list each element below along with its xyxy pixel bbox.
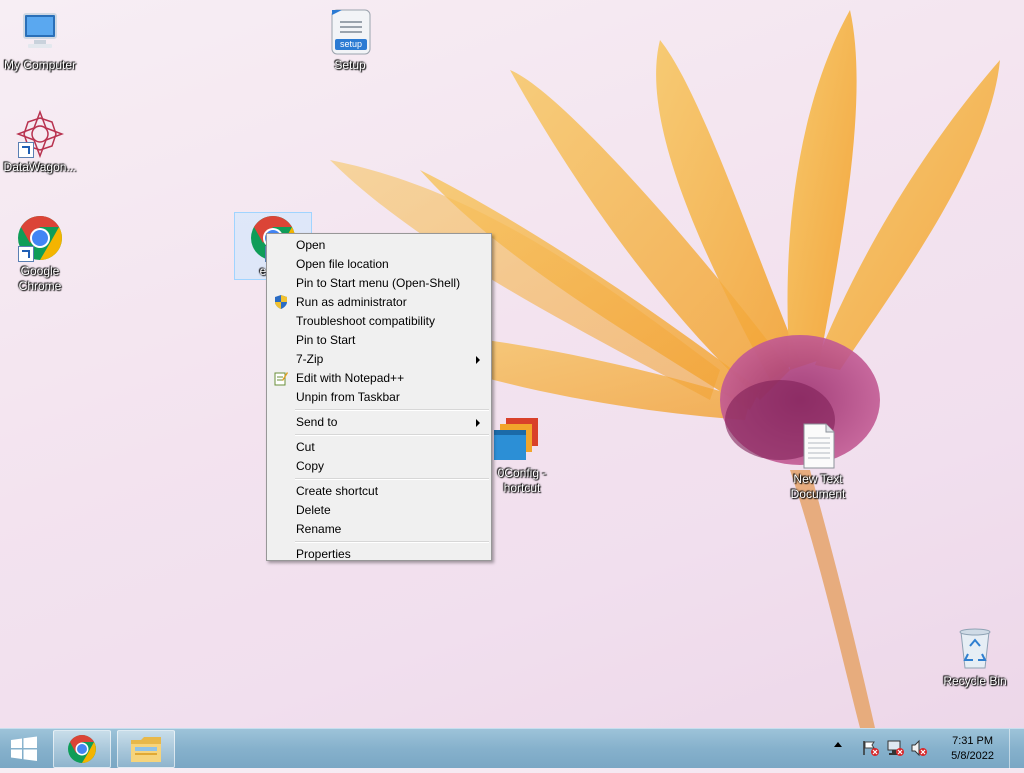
menu-item-cut[interactable]: Cut xyxy=(267,438,491,457)
menu-item-label: Pin to Start menu (Open-Shell) xyxy=(296,276,461,290)
taskbar-chrome-button[interactable] xyxy=(53,730,111,768)
menu-item-label: Unpin from Taskbar xyxy=(296,390,400,404)
menu-item-create-shortcut[interactable]: Create shortcut xyxy=(267,482,491,501)
desktop-icon-datawagon[interactable]: DataWagon... xyxy=(0,109,80,175)
menu-item-edit-with-notepad-plus-plus[interactable]: Edit with Notepad++ xyxy=(267,369,491,388)
menu-item-label: Edit with Notepad++ xyxy=(296,371,405,385)
desktop-icon-label: New Text Document xyxy=(790,472,846,501)
menu-item-label: Cut xyxy=(296,440,315,454)
menu-item-label: Troubleshoot compatibility xyxy=(296,314,435,328)
notepad-plus-plus-icon xyxy=(273,370,289,386)
menu-item-properties[interactable]: Properties xyxy=(267,545,491,564)
desktop-icon-label: Google Chrome xyxy=(18,264,62,293)
windows-logo-icon xyxy=(11,736,37,761)
menu-item-label: Open file location xyxy=(296,257,389,271)
desktop-icon-google-chrome[interactable]: Google Chrome xyxy=(0,214,80,294)
menu-item-unpin-from-taskbar[interactable]: Unpin from Taskbar xyxy=(267,388,491,407)
shortcut-arrow-icon xyxy=(18,246,34,262)
setup-icon: setup xyxy=(326,8,374,56)
menu-item-open[interactable]: Open xyxy=(267,236,491,255)
config-app-icon xyxy=(492,416,540,464)
menu-item-pin-to-start[interactable]: Pin to Start xyxy=(267,331,491,350)
desktop-icon-new-text-document[interactable]: New Text Document xyxy=(778,422,858,502)
desktop-wallpaper xyxy=(330,10,1000,728)
menu-item-delete[interactable]: Delete xyxy=(267,501,491,520)
menu-separator xyxy=(295,541,489,543)
clock-date: 5/8/2022 xyxy=(951,750,994,762)
datawagon-icon xyxy=(15,109,65,159)
menu-item-label: Create shortcut xyxy=(296,484,379,498)
system-tray: 7:31 PM 5/8/2022 xyxy=(824,729,1024,769)
menu-separator xyxy=(295,434,489,436)
chrome-icon xyxy=(16,214,64,262)
desktop-icon-setup[interactable]: setup Setup xyxy=(310,8,390,73)
taskbar-file-explorer-button[interactable] xyxy=(117,730,175,768)
menu-item-label: Delete xyxy=(296,503,331,517)
action-center-flag-icon[interactable] xyxy=(862,739,880,757)
menu-item-open-file-location[interactable]: Open file location xyxy=(267,255,491,274)
computer-icon xyxy=(16,8,64,56)
submenu-arrow-icon xyxy=(476,419,480,427)
menu-item-label: Properties xyxy=(296,547,351,561)
network-icon[interactable] xyxy=(886,739,904,757)
taskbar-clock[interactable]: 7:31 PM 5/8/2022 xyxy=(951,734,994,764)
menu-item-label: 7-Zip xyxy=(296,352,324,366)
desktop-icon-label: DataWagon... xyxy=(3,160,77,174)
show-desktop-button[interactable] xyxy=(1009,729,1024,769)
menu-item-label: Run as administrator xyxy=(296,295,407,309)
menu-item-rename[interactable]: Rename xyxy=(267,520,491,539)
desktop-icon-label: Setup xyxy=(334,58,366,72)
text-document-icon xyxy=(794,422,842,470)
desktop-icon-label: My Computer xyxy=(3,58,77,72)
menu-item-pin-to-start-menu-open-shell[interactable]: Pin to Start menu (Open-Shell) xyxy=(267,274,491,293)
submenu-arrow-icon xyxy=(476,356,480,364)
folder-icon xyxy=(131,737,161,762)
volume-muted-icon[interactable] xyxy=(910,739,928,757)
chrome-icon xyxy=(68,735,96,763)
menu-separator xyxy=(295,409,489,411)
setup-icon-badge-text: setup xyxy=(339,39,363,49)
menu-item-copy[interactable]: Copy xyxy=(267,457,491,476)
shortcut-arrow-icon xyxy=(18,142,34,158)
menu-item-run-as-administrator[interactable]: Run as administrator xyxy=(267,293,491,312)
context-menu: Open Open file location Pin to Start men… xyxy=(266,233,492,561)
menu-item-troubleshoot-compatibility[interactable]: Troubleshoot compatibility xyxy=(267,312,491,331)
menu-item-label: Copy xyxy=(296,459,325,473)
desktop-icon-label: 0Config - hortcut xyxy=(497,466,547,495)
menu-item-label: Pin to Start xyxy=(296,333,356,347)
start-button[interactable] xyxy=(0,730,48,768)
taskbar: 7:31 PM 5/8/2022 xyxy=(0,728,1024,769)
menu-item-7-zip[interactable]: 7-Zip xyxy=(267,350,491,369)
clock-time: 7:31 PM xyxy=(952,735,994,747)
uac-shield-icon xyxy=(273,294,289,310)
menu-item-label: Open xyxy=(296,238,326,252)
menu-item-label: Send to xyxy=(296,415,338,429)
menu-item-send-to[interactable]: Send to xyxy=(267,413,491,432)
menu-separator xyxy=(295,478,489,480)
recycle-bin-icon xyxy=(951,624,999,672)
show-hidden-icons-icon[interactable] xyxy=(834,742,842,747)
desktop-icon-recycle-bin[interactable]: Recycle Bin xyxy=(935,624,1015,689)
desktop-icon-label: Recycle Bin xyxy=(943,674,1007,688)
desktop-icon-my-computer[interactable]: My Computer xyxy=(0,8,80,73)
menu-item-label: Rename xyxy=(296,522,342,536)
